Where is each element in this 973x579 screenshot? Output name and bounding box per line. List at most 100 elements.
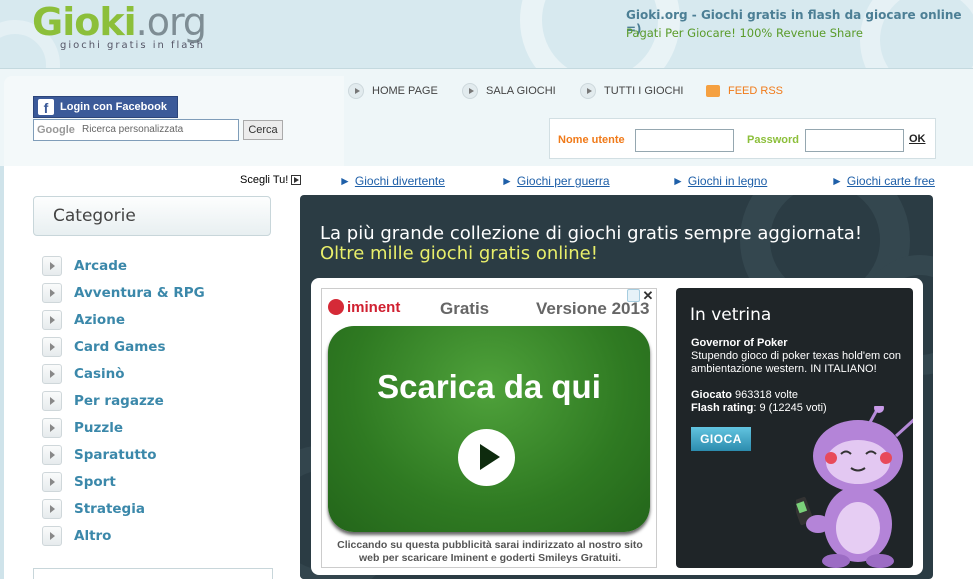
quicklink-guerra[interactable]: ► Giochi per guerra — [501, 174, 610, 188]
chevron-right-icon — [580, 83, 596, 100]
category-label: Per ragazze — [74, 393, 164, 409]
search-input[interactable]: Google Ricerca personalizzata — [33, 119, 239, 141]
category-altro[interactable]: Altro — [42, 526, 111, 546]
category-puzzle[interactable]: Puzzle — [42, 418, 123, 438]
google-icon: Google — [37, 124, 75, 136]
category-sparatutto[interactable]: Sparatutto — [42, 445, 157, 465]
showcase-description: Stupendo gioco di poker texas hold'em co… — [691, 350, 902, 375]
hero-subtitle: Oltre mille giochi gratis online! — [320, 243, 598, 264]
triangle-right-icon: ► — [501, 174, 513, 188]
login-form: Nome utente Password OK — [549, 118, 936, 159]
showcase-title: In vetrina — [690, 305, 772, 325]
showcase-box: In vetrina Governor of Poker Stupendo gi… — [676, 288, 913, 568]
chevron-right-icon — [42, 499, 62, 519]
sidebar-next-box — [33, 568, 273, 579]
quicklink-legno[interactable]: ► Giochi in legno — [672, 174, 767, 188]
chevron-right-icon — [348, 83, 364, 100]
close-icon[interactable]: ✕ — [641, 289, 655, 303]
nav-sala-giochi[interactable]: SALA GIOCHI — [462, 82, 556, 100]
chevron-right-icon — [462, 83, 478, 100]
quicklink-label: Giochi carte free — [846, 174, 935, 188]
chevron-right-icon — [42, 256, 62, 276]
advertisement[interactable]: iminent Gratis Versione 2013 ✕ Scarica d… — [321, 288, 657, 568]
category-label: Sport — [74, 474, 116, 490]
category-label: Avventura & RPG — [74, 285, 205, 301]
rss-icon — [706, 85, 720, 98]
chevron-right-icon — [42, 418, 62, 438]
showcase-played: Giocato 963318 volte — [691, 389, 798, 401]
category-avventura[interactable]: Avventura & RPG — [42, 283, 205, 303]
chevron-right-icon — [42, 337, 62, 357]
facebook-login-button[interactable]: f Login con Facebook — [33, 96, 178, 118]
showcase-game-name[interactable]: Governor of Poker — [691, 337, 788, 349]
nav-tutti-giochi[interactable]: TUTTI I GIOCHI — [580, 82, 683, 100]
quicklink-label: Giochi divertente — [354, 174, 445, 188]
ad-gratis-text: Gratis — [440, 299, 490, 318]
nav-tutti-giochi-label: TUTTI I GIOCHI — [604, 85, 684, 97]
played-value: 963318 volte — [735, 389, 799, 401]
chevron-right-icon — [42, 310, 62, 330]
rating-label: Flash rating — [691, 402, 754, 414]
play-game-button[interactable]: GIOCA — [691, 427, 751, 451]
search-button[interactable]: Cerca — [243, 120, 283, 140]
quicklink-divertente[interactable]: ► Giochi divertente — [339, 174, 445, 188]
logo-main: Gioki — [32, 0, 137, 44]
category-arcade[interactable]: Arcade — [42, 256, 127, 276]
hero-title: La più grande collezione di giochi grati… — [320, 223, 863, 244]
logo-tagline: giochi gratis in flash — [60, 40, 205, 51]
password-label: Password — [747, 134, 799, 146]
category-label: Azione — [74, 312, 125, 328]
triangle-right-icon: ► — [339, 174, 351, 188]
username-label: Nome utente — [558, 134, 625, 146]
category-label: Arcade — [74, 258, 128, 274]
triangle-right-icon: ► — [831, 174, 843, 188]
category-casino[interactable]: Casinò — [42, 364, 125, 384]
category-card-games[interactable]: Card Games — [42, 337, 166, 357]
chevron-right-icon — [42, 391, 62, 411]
quicklink-label: Giochi per guerra — [516, 174, 610, 188]
chevron-right-icon — [42, 364, 62, 384]
category-strategia[interactable]: Strategia — [42, 499, 145, 519]
ad-version-text: Versione 2013 — [536, 299, 650, 318]
ad-brand-logo: iminent — [328, 299, 400, 316]
quicklinks-prompt: Scegli Tu! — [240, 174, 302, 186]
play-icon — [458, 429, 515, 486]
ad-disclaimer: Cliccando su questa pubblicità sarai ind… — [337, 539, 643, 564]
category-azione[interactable]: Azione — [42, 310, 125, 330]
site-logo[interactable]: Gioki.org — [32, 0, 207, 44]
nav-feed-rss-label: FEED RSS — [728, 85, 784, 97]
category-label: Sparatutto — [74, 447, 157, 463]
password-input[interactable] — [805, 129, 904, 152]
adchoices-icon[interactable] — [627, 289, 640, 302]
facebook-login-label: Login con Facebook — [60, 101, 167, 113]
nav-home-label: HOME PAGE — [372, 85, 438, 97]
ad-cta-text: Scarica da qui — [377, 368, 601, 405]
nav-home[interactable]: HOME PAGE — [348, 82, 438, 100]
category-label: Puzzle — [74, 420, 124, 436]
nav-sala-giochi-label: SALA GIOCHI — [486, 85, 556, 97]
chevron-right-icon — [42, 472, 62, 492]
chevron-right-icon — [42, 445, 62, 465]
mascot-image — [796, 406, 913, 568]
search-placeholder: Ricerca personalizzata — [82, 124, 184, 135]
play-icon — [291, 175, 302, 186]
triangle-right-icon: ► — [672, 174, 684, 188]
category-per-ragazze[interactable]: Per ragazze — [42, 391, 164, 411]
header-subtitle: Pagati Per Giocare! 100% Revenue Share — [626, 26, 863, 40]
category-label: Card Games — [74, 339, 166, 355]
category-label: Strategia — [74, 501, 145, 517]
chevron-right-icon — [42, 526, 62, 546]
category-label: Altro — [74, 528, 112, 544]
username-input[interactable] — [635, 129, 734, 152]
login-ok-button[interactable]: OK — [909, 133, 926, 145]
quicklink-label: Giochi in legno — [687, 174, 768, 188]
nav-feed-rss[interactable]: FEED RSS — [706, 82, 783, 100]
played-label: Giocato — [691, 389, 732, 401]
quicklink-carte[interactable]: ► Giochi carte free — [831, 174, 935, 188]
category-sport[interactable]: Sport — [42, 472, 116, 492]
categories-header: Categorie — [33, 196, 271, 236]
ad-download-button[interactable]: Scarica da qui — [328, 326, 650, 532]
ad-brand-label: iminent — [347, 299, 401, 316]
facebook-icon: f — [38, 99, 54, 116]
iminent-icon — [328, 299, 344, 315]
